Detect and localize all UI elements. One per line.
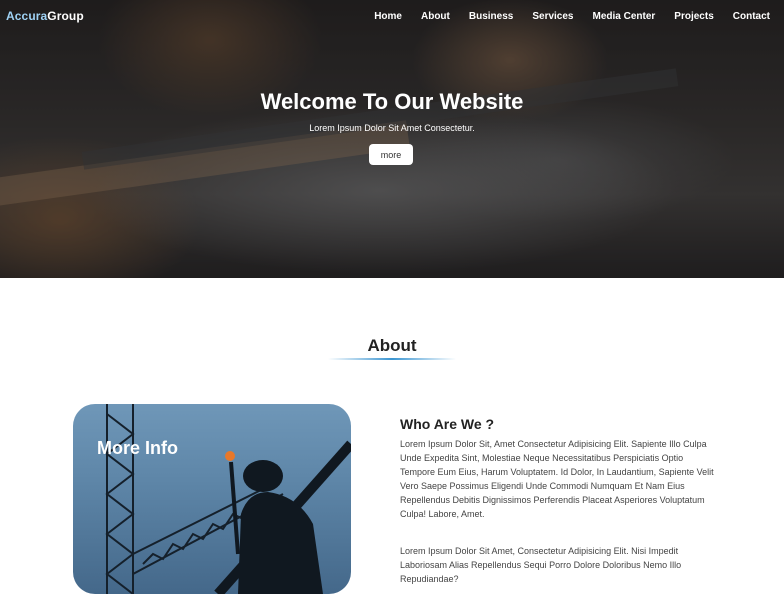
more-button[interactable]: more [369, 144, 413, 165]
logo-part-group: Group [47, 9, 84, 23]
nav-item-business[interactable]: Business [469, 11, 513, 22]
nav-item-about[interactable]: About [421, 11, 450, 22]
nav-item-media-center[interactable]: Media Center [593, 11, 656, 22]
about-underline [328, 358, 456, 360]
nav-item-contact[interactable]: Contact [733, 11, 770, 22]
construction-silhouette-image [105, 404, 351, 594]
about-heading: About [367, 336, 417, 355]
hero-title: Welcome To Our Website [260, 89, 524, 114]
card-label: More Info [97, 438, 178, 458]
who-are-we-title: Who Are We ? [400, 416, 495, 432]
hero-overlay [0, 0, 784, 278]
nav-item-projects[interactable]: Projects [674, 11, 713, 22]
nav-item-services[interactable]: Services [532, 11, 573, 22]
nav-menu: Home About Business Services Media Cente… [374, 11, 770, 22]
hero-subtitle: Lorem Ipsum Dolor Sit Amet Consectetur. [309, 123, 475, 133]
top-navbar: AccuraGroup Home About Business Services… [0, 0, 784, 34]
about-paragraph-2: Lorem Ipsum Dolor Sit Amet, Consectetur … [400, 546, 682, 584]
hero-banner [0, 0, 784, 278]
more-info-card[interactable]: More Info [73, 404, 351, 594]
about-paragraph-1: Lorem Ipsum Dolor Sit, Amet Consectetur … [400, 439, 714, 519]
nav-item-home[interactable]: Home [374, 11, 402, 22]
site-logo[interactable]: AccuraGroup [6, 9, 84, 23]
logo-part-accura: Accura [6, 9, 48, 23]
